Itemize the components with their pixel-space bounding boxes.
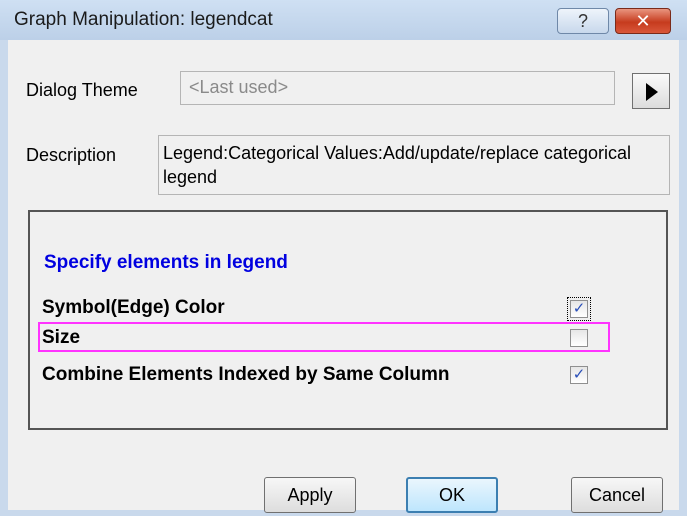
- dialog-theme-label: Dialog Theme: [26, 80, 138, 100]
- checkmark-icon: ✓: [572, 366, 586, 383]
- combine-elements-checkbox[interactable]: ✓: [570, 366, 588, 384]
- play-arrow-icon: [646, 83, 658, 101]
- dialog-window: Graph Manipulation: legendcat ? ✕ Dialog…: [0, 0, 687, 516]
- title-bar[interactable]: Graph Manipulation: legendcat ? ✕: [0, 0, 687, 40]
- help-button[interactable]: ?: [557, 8, 609, 34]
- symbol-edge-color-checkbox[interactable]: ✓: [567, 297, 591, 321]
- combine-elements-label: Combine Elements Indexed by Same Column: [42, 364, 450, 385]
- symbol-edge-color-label: Symbol(Edge) Color: [42, 297, 225, 318]
- dialog-body: Dialog Theme <Last used> Description Leg…: [8, 40, 679, 513]
- description-label: Description: [26, 145, 117, 165]
- size-label: Size: [42, 327, 81, 348]
- description-box: Legend:Categorical Values:Add/update/rep…: [158, 135, 670, 195]
- cancel-button[interactable]: Cancel: [571, 477, 663, 513]
- help-icon: ?: [577, 11, 588, 31]
- legend-elements-group: Specify elements in legend Symbol(Edge) …: [28, 210, 668, 430]
- ok-button[interactable]: OK: [406, 477, 498, 513]
- legend-elements-heading: Specify elements in legend: [44, 252, 288, 273]
- size-checkbox[interactable]: [570, 329, 588, 347]
- theme-menu-button[interactable]: [632, 73, 670, 109]
- close-button[interactable]: ✕: [615, 8, 671, 34]
- dialog-theme-field[interactable]: <Last used>: [180, 71, 615, 105]
- size-row-highlight: [38, 322, 610, 352]
- apply-button[interactable]: Apply: [264, 477, 356, 513]
- checkmark-icon: ✓: [572, 300, 586, 317]
- window-title: Graph Manipulation: legendcat: [14, 9, 273, 30]
- close-icon: ✕: [635, 11, 651, 31]
